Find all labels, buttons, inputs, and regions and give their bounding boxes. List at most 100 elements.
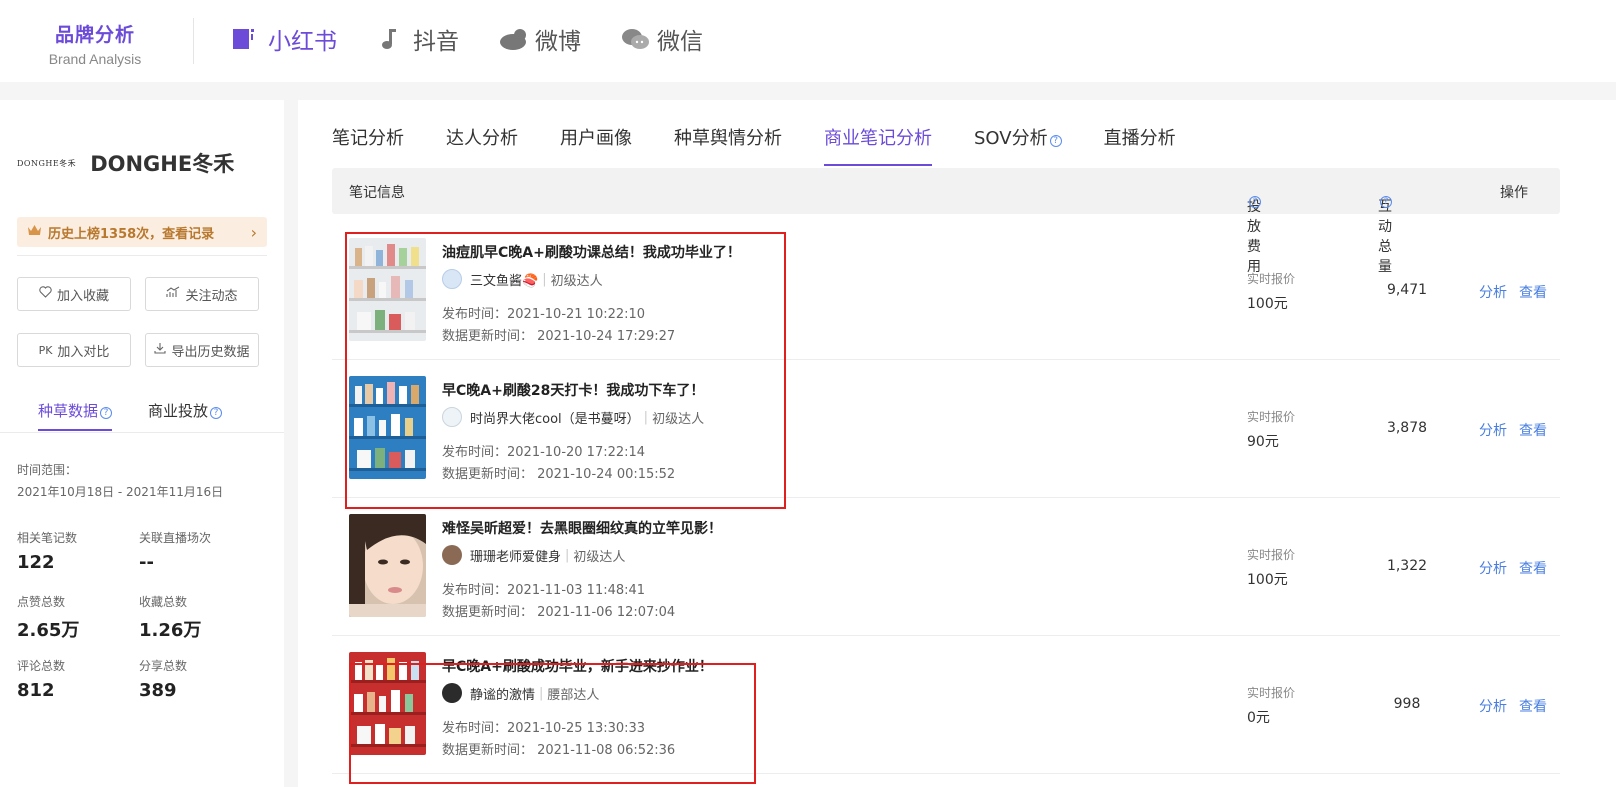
platform-tab-weibo[interactable]: 微博 — [499, 22, 581, 56]
export-history-button[interactable]: 导出历史数据 — [145, 333, 259, 367]
author-level: 初级达人 — [573, 549, 626, 565]
help-icon[interactable]: ? — [1249, 196, 1261, 208]
note-title[interactable]: 油痘肌早C晚A+刷酸功课总结！我成功毕业了！ — [442, 242, 741, 262]
follow-updates-label: 关注动态 — [185, 288, 238, 304]
stat-label: 分享总数 — [139, 659, 188, 673]
sidebar-tabs-divider — [0, 432, 284, 433]
author-name[interactable]: 三文鱼酱🍣 — [470, 270, 538, 289]
view-link[interactable]: 查看 — [1519, 696, 1547, 716]
note-title[interactable]: 早C晚A+刷酸28天打卡！我成功下车了！ — [442, 380, 704, 400]
help-icon[interactable]: ? — [1049, 135, 1062, 147]
interaction-total: 998 — [1393, 696, 1421, 712]
platform-tab-xiaohongshu[interactable]: 小红书 — [232, 22, 337, 56]
avatar[interactable] — [442, 407, 462, 427]
header-divider — [193, 18, 194, 64]
analyze-link[interactable]: 分析 — [1479, 282, 1507, 302]
crown-icon — [27, 224, 42, 240]
analyze-link[interactable]: 分析 — [1479, 558, 1507, 578]
publish-time: 发布时间：2021-10-21 10:22:10 — [442, 307, 646, 322]
author-level: 初级达人 — [550, 273, 603, 289]
stat-value: 389 — [139, 680, 177, 701]
note-thumbnail[interactable] — [349, 376, 426, 479]
divider: | — [539, 685, 544, 701]
follow-updates-button[interactable]: 关注动态 — [145, 277, 259, 311]
history-ranking-link[interactable]: 历史上榜1358次，查看记录 › — [17, 217, 267, 247]
add-favorite-button[interactable]: 加入收藏 — [17, 277, 131, 311]
tab-label: 种草数据 — [38, 402, 99, 420]
tab-seeding-data[interactable]: 种草数据? — [38, 400, 113, 431]
author-level: 腰部达人 — [547, 687, 600, 703]
note-thumbnail[interactable] — [349, 652, 426, 755]
heart-icon — [39, 286, 52, 302]
analyze-link[interactable]: 分析 — [1479, 696, 1507, 716]
note-author: 三文鱼酱🍣 | 初级达人 — [442, 269, 603, 289]
row-actions: 分析 查看 — [1479, 696, 1547, 716]
price-label: 实时报价 — [1247, 548, 1296, 562]
note-title[interactable]: 早C晚A+刷酸成功毕业，新手进来抄作业！ — [442, 656, 713, 676]
price-label: 实时报价 — [1247, 272, 1296, 286]
stat-related-notes: 相关笔记数 122 — [17, 529, 137, 573]
add-compare-label: 加入对比 — [57, 344, 110, 360]
tab-kol-analysis[interactable]: 达人分析 — [446, 124, 518, 166]
price-value: 0元 — [1247, 710, 1270, 726]
view-link[interactable]: 查看 — [1519, 282, 1547, 302]
history-text: 历史上榜1358次，查看记录 — [48, 226, 215, 242]
tab-label: 商业投放 — [148, 402, 209, 420]
stat-collections: 收藏总数 1.26万 — [139, 593, 259, 642]
brand-header: DONGHE冬禾 DONGHE冬禾 — [17, 148, 234, 178]
update-time: 数据更新时间： 2021-10-24 00:15:52 — [442, 467, 676, 482]
publish-time: 发布时间：2021-10-25 13:30:33 — [442, 721, 646, 736]
avatar[interactable] — [442, 545, 462, 565]
tab-user-profile[interactable]: 用户画像 — [560, 124, 632, 166]
col-note-info: 笔记信息 — [349, 185, 405, 201]
platform-label: 抖音 — [413, 29, 459, 55]
platform-tab-wechat[interactable]: 微信 — [621, 22, 703, 56]
stat-label: 关联直播场次 — [139, 531, 212, 545]
tab-note-analysis[interactable]: 笔记分析 — [332, 124, 404, 166]
price-value: 100元 — [1247, 572, 1288, 588]
row-actions: 分析 查看 — [1479, 282, 1547, 302]
note-thumbnail[interactable] — [349, 238, 426, 341]
sidebar-divider — [17, 255, 267, 256]
tab-sov-analysis[interactable]: SOV分析? — [974, 124, 1062, 166]
top-bar: 品牌分析 Brand Analysis 小红书 抖音 微博 微信 — [0, 0, 1616, 82]
platform-label: 微博 — [535, 29, 581, 55]
update-time: 数据更新时间： 2021-10-24 17:29:27 — [442, 329, 676, 344]
main-panel: 笔记分析 达人分析 用户画像 种草舆情分析 商业笔记分析 SOV分析? 直播分析… — [298, 100, 1616, 787]
stat-likes: 点赞总数 2.65万 — [17, 593, 137, 642]
view-link[interactable]: 查看 — [1519, 558, 1547, 578]
weibo-icon — [499, 26, 526, 52]
help-icon[interactable]: ? — [210, 407, 223, 419]
tab-seeding-sentiment[interactable]: 种草舆情分析 — [674, 124, 782, 166]
row-actions: 分析 查看 — [1479, 558, 1547, 578]
author-name[interactable]: 珊珊老师爱健身 — [470, 546, 561, 565]
interaction-total: 9,471 — [1386, 282, 1428, 298]
view-link[interactable]: 查看 — [1519, 420, 1547, 440]
note-thumbnail[interactable] — [349, 514, 426, 617]
note-title[interactable]: 难怪吴昕超爱！去黑眼圈细纹真的立竿见影！ — [442, 518, 722, 538]
stat-shares: 分享总数 389 — [139, 657, 259, 701]
brand-analysis-logo: 品牌分析 Brand Analysis — [40, 20, 150, 67]
platform-label: 微信 — [657, 29, 703, 55]
author-name[interactable]: 静谧的激情 — [470, 684, 535, 703]
platform-tabs: 小红书 抖音 微博 微信 — [232, 22, 703, 56]
avatar[interactable] — [442, 683, 462, 703]
tab-commercial-notes[interactable]: 商业笔记分析 — [824, 124, 932, 166]
table-row: 早C晚A+刷酸28天打卡！我成功下车了！ 时尚界大佬cool（是书蔓呀） | 初… — [332, 360, 1560, 498]
stat-value: 1.26万 — [139, 620, 202, 641]
avatar[interactable] — [442, 269, 462, 289]
platform-label: 小红书 — [268, 29, 337, 55]
platform-tab-douyin[interactable]: 抖音 — [377, 22, 459, 56]
pk-icon: PK — [38, 343, 53, 357]
stat-comments: 评论总数 812 — [17, 657, 137, 701]
tab-live-analysis[interactable]: 直播分析 — [1104, 124, 1176, 166]
interaction-total: 1,322 — [1386, 558, 1428, 574]
tab-commercial-placement[interactable]: 商业投放? — [148, 400, 223, 431]
help-icon[interactable]: ? — [100, 407, 113, 419]
download-icon — [154, 342, 167, 358]
add-favorite-label: 加入收藏 — [56, 288, 109, 304]
help-icon[interactable]: ? — [1380, 196, 1392, 208]
author-name[interactable]: 时尚界大佬cool（是书蔓呀） — [470, 408, 640, 427]
analyze-link[interactable]: 分析 — [1479, 420, 1507, 440]
add-compare-button[interactable]: PK 加入对比 — [17, 333, 131, 367]
